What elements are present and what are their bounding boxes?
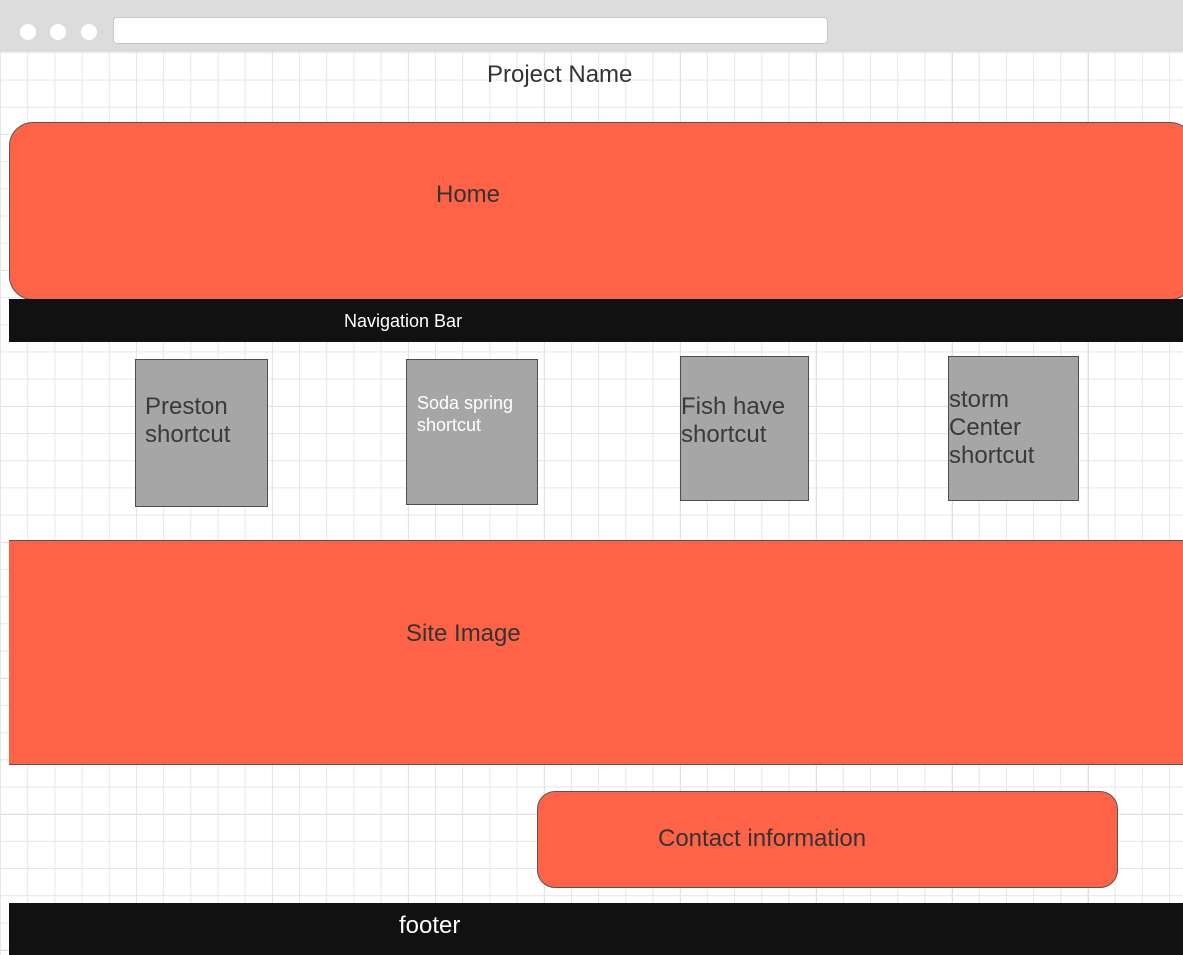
site-image-label: Site Image [406,620,521,647]
window-dot-3[interactable] [81,24,97,40]
fish-have-shortcut[interactable]: Fish have shortcut [680,356,809,501]
soda-spring-shortcut-label: Soda spring shortcut [417,393,514,435]
address-bar[interactable] [113,17,828,44]
window-dot-1[interactable] [20,24,36,40]
preston-shortcut-label: Preston shortcut [145,393,231,449]
window-dot-2[interactable] [50,24,66,40]
home-label: Home [436,181,501,208]
project-name: Project Name [487,61,633,88]
preston-shortcut[interactable]: Preston shortcut [135,359,268,507]
home-banner[interactable]: Home [9,122,1183,300]
storm-center-shortcut-label: storm Center shortcut [949,386,1035,470]
fish-have-shortcut-label: Fish have shortcut [681,393,786,449]
navigation-bar[interactable]: Navigation Bar [9,299,1183,342]
navigation-bar-label: Navigation Bar [344,311,463,331]
site-image: Site Image [9,540,1183,765]
browser-toolbar [0,0,1183,52]
footer-label: footer [399,912,461,939]
footer: footer [9,903,1183,955]
contact-information-label: Contact information [658,825,867,852]
soda-spring-shortcut[interactable]: Soda spring shortcut [406,359,538,505]
storm-center-shortcut[interactable]: storm Center shortcut [948,356,1079,501]
contact-information-box[interactable]: Contact information [537,791,1118,888]
